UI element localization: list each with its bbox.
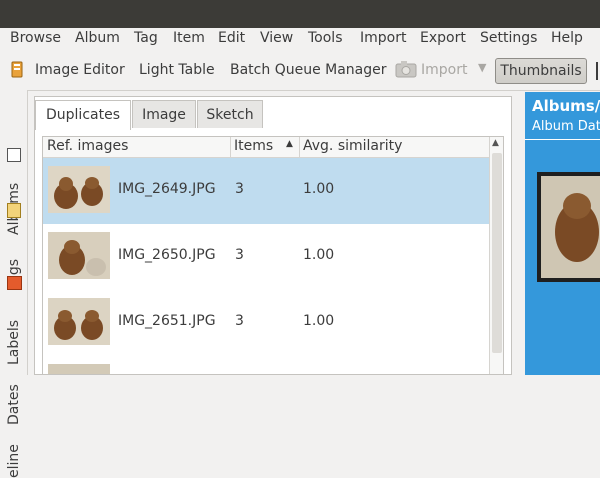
window-titlebar: [0, 0, 600, 28]
sidebar-tab-dates[interactable]: Dates: [6, 384, 22, 425]
dog-thumbnail: [48, 232, 110, 279]
table-row[interactable]: IMG_2650.JPG 3 1.00: [43, 224, 489, 290]
table-row[interactable]: IMG_2651.JPG 3 1.00: [43, 290, 489, 356]
menu-help[interactable]: Help: [551, 30, 583, 46]
sidebar-tab-labels[interactable]: Labels: [6, 320, 22, 365]
header-separator: [230, 137, 231, 157]
import-button[interactable]: Import: [421, 62, 467, 78]
right-panel-subtitle: Album Dat: [532, 119, 600, 134]
right-sidebar-panel: Albums/ Album Dat: [525, 92, 600, 375]
menu-export[interactable]: Export: [420, 30, 466, 46]
tab-sketch[interactable]: Sketch: [197, 100, 263, 128]
preview-image[interactable]: [537, 172, 600, 282]
vertical-scrollbar[interactable]: ▲: [489, 137, 503, 374]
menu-tools[interactable]: Tools: [308, 30, 343, 46]
menu-view[interactable]: View: [260, 30, 293, 46]
left-sidebar: Albums Tags Labels Dates eline: [0, 90, 28, 478]
light-table-button[interactable]: Light Table: [139, 62, 215, 78]
thumbnails-view-button[interactable]: Thumbnails: [495, 58, 587, 84]
toolbar-overflow: [596, 62, 598, 80]
menu-tag[interactable]: Tag: [134, 30, 158, 46]
list-header: Ref. images Items ▲ Avg. similarity: [43, 137, 489, 158]
row-filename: IMG_2649.JPG: [118, 181, 216, 197]
header-ref-images[interactable]: Ref. images: [47, 138, 128, 154]
header-separator: [299, 137, 300, 157]
scroll-up-icon[interactable]: ▲: [492, 138, 499, 148]
row-items: 3: [235, 181, 244, 197]
tab-image[interactable]: Image: [132, 100, 196, 128]
batch-queue-button[interactable]: Batch Queue Manager: [230, 62, 387, 78]
duplicates-list: Ref. images Items ▲ Avg. similarity IMG_…: [42, 136, 504, 375]
row-filename: IMG_2651.JPG: [118, 313, 216, 329]
row-filename: IMG_2650.JPG: [118, 247, 216, 263]
row-similarity: 1.00: [303, 181, 335, 197]
labels-icon: [7, 276, 22, 290]
row-items: 3: [235, 313, 244, 329]
row-similarity: 1.00: [303, 313, 335, 329]
table-row[interactable]: IMG_2649.JPG 3 1.00: [43, 158, 489, 224]
menu-bar: Browse Album Tag Item Edit View Tools Im…: [0, 28, 600, 50]
menu-edit[interactable]: Edit: [218, 30, 245, 46]
header-avg-similarity[interactable]: Avg. similarity: [303, 138, 402, 154]
menu-settings[interactable]: Settings: [480, 30, 537, 46]
tag-icon: [7, 203, 21, 218]
menu-import[interactable]: Import: [360, 30, 406, 46]
row-similarity: 1.00: [303, 247, 335, 263]
image-editor-button[interactable]: Image Editor: [35, 62, 125, 78]
menu-album[interactable]: Album: [75, 30, 120, 46]
right-panel-title: Albums/: [532, 97, 600, 115]
dog-thumbnail: [48, 364, 110, 374]
scrollbar-thumb[interactable]: [492, 153, 502, 353]
camera-icon: [395, 61, 417, 78]
row-items: 3: [235, 247, 244, 263]
right-panel-divider: [525, 139, 600, 140]
header-items[interactable]: Items: [234, 138, 273, 154]
import-dropdown-arrow-icon[interactable]: ▼: [478, 61, 486, 74]
dog-thumbnail: [48, 166, 110, 213]
menu-item[interactable]: Item: [173, 30, 205, 46]
menu-browse[interactable]: Browse: [10, 30, 61, 46]
albums-icon: [7, 148, 21, 162]
table-row[interactable]: [43, 356, 489, 374]
sort-ascending-icon: ▲: [286, 139, 293, 149]
image-editor-icon: [11, 61, 23, 78]
dog-thumbnail: [48, 298, 110, 345]
sidebar-tab-timeline[interactable]: eline: [6, 444, 22, 478]
tab-duplicates[interactable]: Duplicates: [35, 100, 131, 130]
